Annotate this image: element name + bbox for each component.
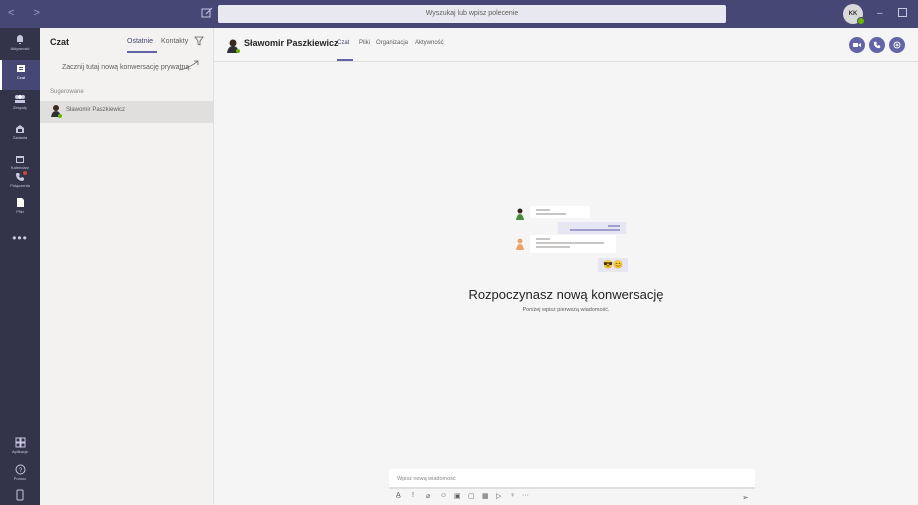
avatar-initials: KK bbox=[848, 11, 858, 17]
more-options-icon[interactable]: ··· bbox=[522, 492, 529, 499]
rail-files[interactable]: Pliki bbox=[0, 193, 40, 223]
rail-label: Aktywność bbox=[10, 46, 30, 51]
person-icon bbox=[516, 238, 524, 250]
rail-label: Pomoc bbox=[13, 476, 27, 481]
conversation-pane: Sławomir Paszkiewicz Czat Pliki Organiza… bbox=[214, 28, 918, 505]
tab-chat-indicator bbox=[337, 59, 353, 61]
teams-icon bbox=[15, 95, 25, 103]
message-bubble bbox=[530, 235, 616, 253]
user-avatar[interactable]: KK bbox=[843, 4, 865, 25]
maximize-button[interactable] bbox=[898, 8, 907, 17]
help-icon: ? bbox=[15, 464, 25, 475]
rail-label: Pliki bbox=[16, 209, 24, 214]
stream-icon[interactable]: ▷ bbox=[496, 492, 501, 500]
rail-assignments[interactable]: Zadania bbox=[0, 120, 40, 150]
rail-label: Czat bbox=[16, 75, 26, 80]
gif-icon[interactable]: ▣ bbox=[454, 492, 461, 500]
chat-list-panel: Czat Ostatnie Kontakty Zacznij tutaj now… bbox=[40, 28, 214, 505]
conversation-title: Sławomir Paszkiewicz bbox=[244, 38, 339, 48]
missed-call-badge bbox=[23, 171, 27, 175]
assignments-icon bbox=[16, 125, 24, 133]
composer-placeholder: Wpisz nową wiadomość bbox=[397, 476, 456, 482]
phone-icon bbox=[873, 41, 881, 49]
chat-list-title: Czat bbox=[50, 37, 70, 47]
rail-teams[interactable]: Zespoły bbox=[0, 90, 40, 120]
minimize-button[interactable]: – bbox=[877, 8, 883, 19]
format-icon[interactable]: A̲ bbox=[396, 492, 401, 499]
rail-label: Aplikacje bbox=[11, 449, 28, 454]
chat-list-item[interactable]: Sławomir Paszkiewicz bbox=[40, 101, 213, 123]
rail-label: Połączenia bbox=[10, 183, 30, 188]
contact-name: Sławomir Paszkiewicz bbox=[66, 107, 126, 113]
audio-call-button[interactable] bbox=[869, 37, 885, 53]
svg-text:?: ? bbox=[18, 468, 22, 474]
add-people-icon bbox=[893, 41, 901, 49]
rail-chat[interactable]: Czat bbox=[0, 60, 40, 90]
back-forward-arrows[interactable]: < > bbox=[8, 7, 48, 19]
empty-chat-illustration: 😎😊 bbox=[514, 204, 644, 284]
conversation-header: Sławomir Paszkiewicz Czat Pliki Organiza… bbox=[214, 28, 918, 62]
new-chat-icon[interactable] bbox=[200, 6, 214, 20]
app-rail: Aktywność Czat Zespoły Zadania Kalendarz… bbox=[0, 28, 40, 505]
emoji-bubble: 😎😊 bbox=[598, 258, 628, 272]
video-icon bbox=[853, 43, 861, 47]
rail-device[interactable] bbox=[0, 485, 40, 505]
contact-avatar bbox=[51, 105, 62, 118]
tab-activity[interactable]: Aktywność bbox=[415, 40, 444, 46]
contact-avatar bbox=[227, 39, 240, 53]
empty-state-title: Rozpoczynasz nową konwersację bbox=[468, 287, 664, 302]
chat-icon bbox=[17, 65, 25, 72]
apps-icon bbox=[15, 437, 25, 448]
person-icon bbox=[516, 208, 524, 220]
more-apps-icon[interactable]: ••• bbox=[0, 231, 40, 245]
praise-icon[interactable]: ♀ bbox=[510, 492, 515, 499]
rail-label: Zespoły bbox=[12, 105, 27, 110]
rail-activity[interactable]: Aktywność bbox=[0, 30, 40, 60]
message-bubble bbox=[530, 206, 590, 218]
tab-organization[interactable]: Organizacja bbox=[376, 40, 408, 46]
title-bar: < > Wyszukaj lub wpisz polecenie KK – bbox=[0, 0, 918, 28]
suggested-section-label: Sugerowane bbox=[50, 89, 84, 95]
emoji-icon[interactable]: ☺ bbox=[440, 492, 447, 499]
message-bubble-self bbox=[558, 222, 626, 234]
tab-chat[interactable]: Czat bbox=[337, 40, 349, 46]
filter-icon[interactable] bbox=[194, 36, 204, 46]
tab-contacts[interactable]: Kontakty bbox=[161, 38, 188, 45]
empty-state-subtitle: Poniżej wpisz pierwszą wiadomość. bbox=[522, 307, 610, 313]
send-icon[interactable]: ➢ bbox=[742, 493, 749, 502]
important-icon[interactable]: ! bbox=[412, 492, 414, 499]
tab-recent-indicator bbox=[127, 51, 157, 53]
mobile-icon bbox=[16, 489, 24, 501]
rail-apps[interactable]: Aplikacje bbox=[0, 433, 40, 463]
presence-indicator bbox=[857, 17, 865, 25]
tab-files[interactable]: Pliki bbox=[359, 40, 370, 46]
tab-recent[interactable]: Ostatnie bbox=[127, 38, 153, 45]
hint-arrow-icon bbox=[178, 60, 199, 71]
meeting-icon[interactable]: ▦ bbox=[482, 492, 489, 500]
add-people-button[interactable] bbox=[889, 37, 905, 53]
attach-icon[interactable]: ⌀ bbox=[426, 492, 430, 500]
sticker-icon[interactable]: ▢ bbox=[468, 492, 475, 500]
calendar-icon bbox=[16, 156, 24, 163]
message-composer[interactable]: Wpisz nową wiadomość bbox=[389, 469, 755, 489]
rail-label: Zadania bbox=[12, 135, 28, 140]
search-input[interactable]: Wyszukaj lub wpisz polecenie bbox=[218, 5, 726, 23]
bell-icon bbox=[17, 35, 23, 44]
video-call-button[interactable] bbox=[849, 37, 865, 53]
start-chat-hint: Zacznij tutaj nową konwersację prywatną. bbox=[62, 64, 192, 71]
files-icon bbox=[16, 198, 24, 207]
